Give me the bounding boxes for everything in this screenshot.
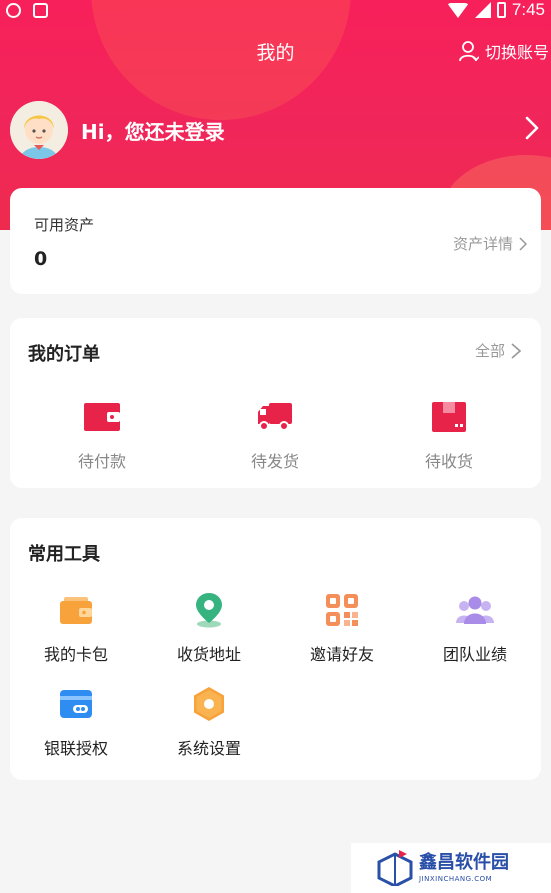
- assets-label: 可用资产: [34, 216, 95, 234]
- tool-invite-friends[interactable]: 邀请好友: [282, 592, 402, 665]
- orders-title: 我的订单: [28, 344, 100, 365]
- user-switch-icon: [459, 40, 479, 62]
- package-icon: [389, 400, 509, 434]
- assets-detail-link[interactable]: 资产详情: [453, 233, 527, 254]
- wifi-icon: [446, 2, 469, 18]
- assets-card: 可用资产 0 资产详情: [10, 188, 541, 294]
- watermark-name: 鑫昌软件园: [419, 852, 509, 873]
- settings-hexagon-icon: [149, 686, 269, 722]
- switch-account-label: 切换账号: [484, 43, 549, 62]
- chevron-right-icon: [519, 236, 527, 251]
- wallet-icon: [42, 400, 162, 434]
- status-bar: 7:45: [0, 0, 551, 24]
- tool-label: 银联授权: [43, 739, 108, 758]
- assets-detail-label: 资产详情: [452, 235, 513, 253]
- tool-label: 我的卡包: [43, 645, 108, 664]
- order-item-label: 待发货: [250, 452, 299, 471]
- tool-system-settings[interactable]: 系统设置: [149, 686, 269, 759]
- greeting-text: Hi，您还未登录: [81, 119, 225, 144]
- tool-label: 系统设置: [176, 739, 241, 758]
- chevron-right-icon: [511, 342, 521, 359]
- tools-title: 常用工具: [28, 544, 100, 565]
- watermark-logo-icon: [377, 850, 413, 888]
- tool-label: 团队业绩: [442, 645, 507, 664]
- order-pending-payment[interactable]: 待付款: [42, 400, 162, 472]
- app-notification-icon: [33, 3, 48, 18]
- orders-all-label: 全部: [474, 342, 505, 360]
- tool-label: 收货地址: [176, 645, 241, 664]
- bank-card-icon: [16, 686, 136, 722]
- notification-icon: [6, 3, 21, 18]
- qr-code-icon: [282, 592, 402, 628]
- signal-icon: [474, 2, 491, 18]
- location-pin-icon: [149, 592, 269, 628]
- tool-team-performance[interactable]: 团队业绩: [415, 592, 535, 665]
- chevron-right-icon[interactable]: [525, 116, 539, 144]
- tool-card-wallet[interactable]: 我的卡包: [16, 592, 136, 665]
- switch-account-button[interactable]: 切换账号: [459, 39, 549, 63]
- login-prompt[interactable]: Hi，您还未登录: [10, 100, 225, 160]
- orders-all-link[interactable]: 全部: [475, 340, 521, 361]
- order-item-label: 待付款: [77, 452, 126, 471]
- order-item-label: 待收货: [424, 452, 473, 471]
- order-pending-shipment[interactable]: 待发货: [215, 400, 335, 472]
- truck-icon: [215, 400, 335, 434]
- status-time: 7:45: [511, 0, 545, 19]
- tool-shipping-address[interactable]: 收货地址: [149, 592, 269, 665]
- card-wallet-icon: [16, 592, 136, 628]
- tools-card: 常用工具 我的卡包 收货地址 邀请好友 团队业绩 银联授权 系统设置: [10, 518, 541, 780]
- battery-icon: [496, 2, 506, 18]
- tool-unionpay-auth[interactable]: 银联授权: [16, 686, 136, 759]
- watermark-domain: JINXINCHANG.COM: [419, 875, 493, 883]
- order-pending-receipt[interactable]: 待收货: [389, 400, 509, 472]
- orders-card: 我的订单 全部 待付款 待发货 待收货: [10, 318, 541, 488]
- assets-value: 0: [34, 248, 48, 270]
- avatar[interactable]: [10, 101, 68, 159]
- site-watermark: 鑫昌软件园 JINXINCHANG.COM: [351, 843, 551, 893]
- team-icon: [415, 592, 535, 628]
- tool-label: 邀请好友: [309, 645, 374, 664]
